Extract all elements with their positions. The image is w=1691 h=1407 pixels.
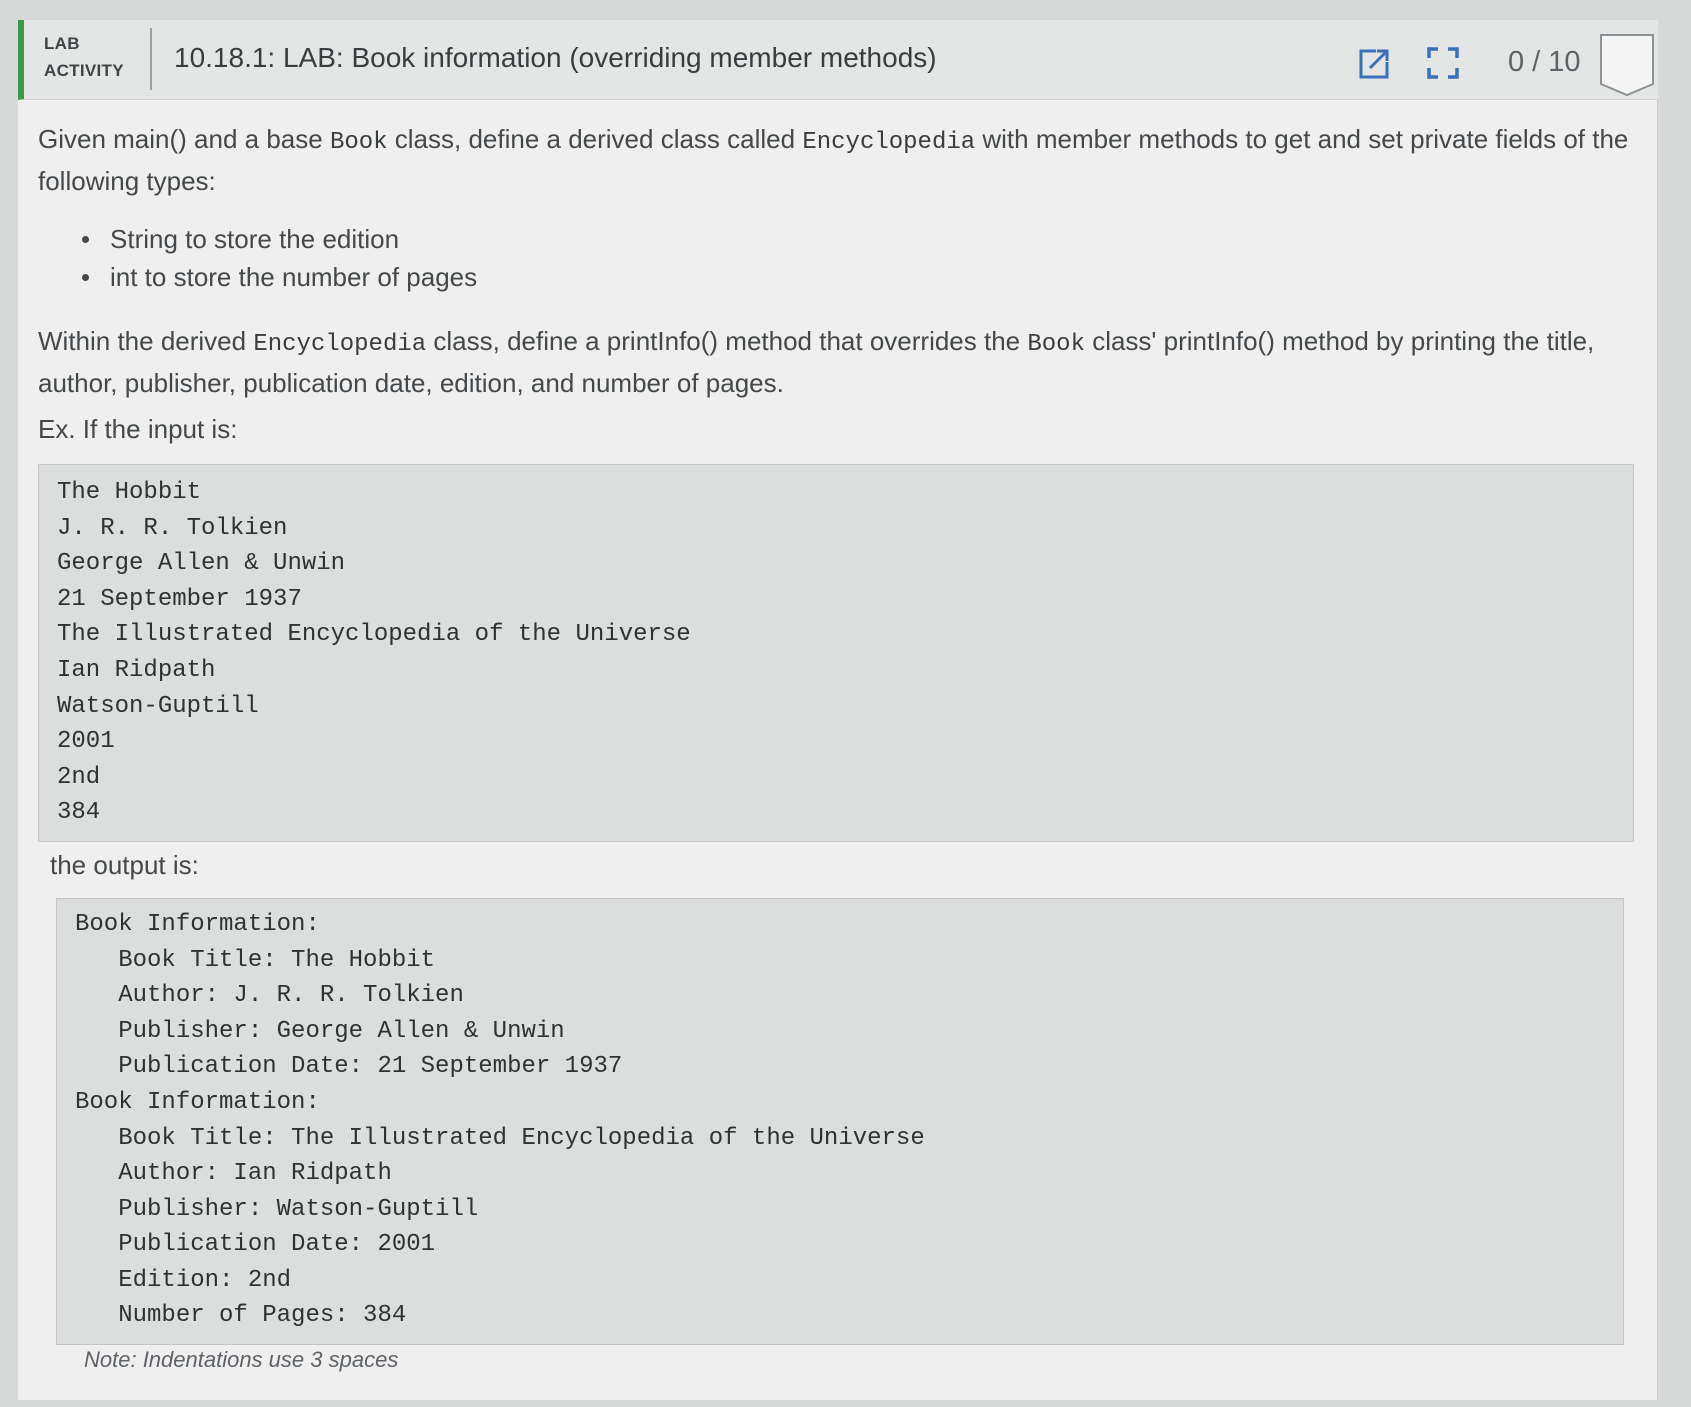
fullscreen-button[interactable]	[1426, 46, 1460, 80]
output-line: Publisher: George Allen & Unwin	[75, 1017, 565, 1045]
open-in-new-icon	[1359, 48, 1390, 79]
override-paragraph: Within the derived Encyclopedia class, d…	[38, 322, 1638, 402]
input-line: The Hobbit	[57, 479, 202, 506]
output-line: Author: Ian Ridpath	[75, 1160, 392, 1188]
output-line: Book Title: The Illustrated Encyclopedia…	[75, 1124, 925, 1152]
output-line: Publication Date: 21 September 1937	[75, 1053, 623, 1081]
override-text-2: class, define a printInfo() method that …	[426, 326, 1028, 356]
list-item: String to store the edition	[82, 220, 1638, 258]
output-line: Book Title: The Hobbit	[75, 946, 436, 974]
lab-activity-frame: LAB ACTIVITY 10.18.1: LAB: Book informat…	[18, 20, 1658, 1400]
input-line: 21 September 1937	[57, 585, 302, 613]
output-label: the output is:	[50, 849, 199, 880]
lab-tag-line1: LAB	[44, 34, 80, 53]
fullscreen-icon	[1427, 47, 1459, 79]
score-display: 0 / 10	[1508, 46, 1581, 78]
input-line: 2nd	[57, 763, 101, 791]
intro-text-1: Given main() and a base	[38, 124, 330, 154]
code-book: Book	[1027, 331, 1085, 358]
header-divider	[150, 28, 152, 90]
output-line: Number of Pages: 384	[75, 1302, 407, 1330]
example-label: Ex. If the input is:	[38, 414, 238, 444]
indentation-note: Note: Indentations use 3 spaces	[84, 1347, 399, 1373]
input-line: 2001	[57, 728, 115, 756]
completion-badge-icon	[1600, 34, 1654, 97]
example-input-box: The Hobbit J. R. R. Tolkien George Allen…	[38, 464, 1634, 842]
field-type-list: String to store the edition int to store…	[82, 220, 1638, 296]
output-line: Publication Date: 2001	[75, 1231, 436, 1259]
code-book: Book	[329, 129, 388, 156]
lab-content: Given main() and a base Book class, defi…	[38, 120, 1638, 1373]
code-encyclopedia: Encyclopedia	[802, 129, 976, 156]
input-line: Watson-Guptill	[57, 692, 259, 720]
input-line: The Illustrated Encyclopedia of the Univ…	[57, 621, 691, 649]
intro-paragraph: Given main() and a base Book class, defi…	[38, 120, 1638, 200]
output-line: Book Information:	[75, 1088, 320, 1116]
output-line: Edition: 2nd	[75, 1266, 292, 1294]
lab-header: LAB ACTIVITY 10.18.1: LAB: Book informat…	[18, 20, 1658, 100]
lab-tag-line2: ACTIVITY	[44, 61, 124, 80]
input-line: J. R. R. Tolkien	[57, 514, 288, 542]
example-output-box: Book Information: Book Title: The Hobbit…	[56, 897, 1624, 1346]
intro-text-2: class, define a derived class called	[387, 124, 803, 154]
lab-activity-tag: LAB ACTIVITY	[44, 30, 124, 84]
lab-title: 10.18.1: LAB: Book information (overridi…	[174, 42, 937, 73]
override-text-1: Within the derived	[38, 326, 254, 356]
input-line: Ian Ridpath	[57, 656, 216, 684]
output-line: Book Information:	[75, 910, 320, 938]
open-in-new-button[interactable]	[1358, 46, 1392, 80]
list-item: int to store the number of pages	[82, 258, 1638, 296]
output-line: Author: J. R. R. Tolkien	[75, 982, 464, 1010]
input-line: 384	[57, 799, 101, 827]
output-line: Publisher: Watson-Guptill	[75, 1195, 479, 1223]
input-line: George Allen & Unwin	[57, 550, 346, 578]
code-encyclopedia: Encyclopedia	[253, 331, 427, 358]
